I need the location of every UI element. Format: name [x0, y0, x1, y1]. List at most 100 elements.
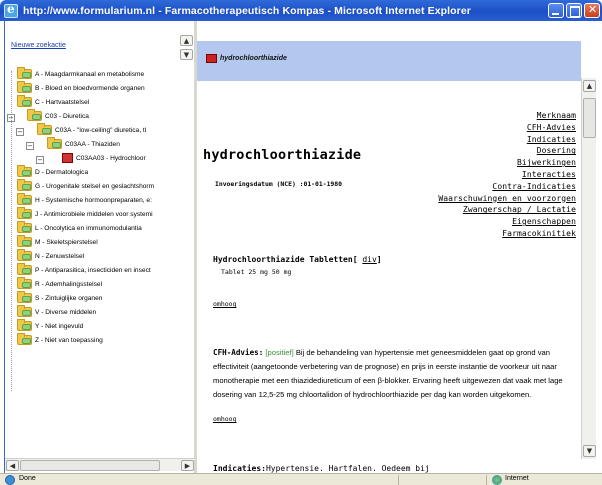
nav-link-waarschuwingen[interactable]: Waarschuwingen en voorzorgen	[438, 193, 576, 205]
internet-explorer-icon	[4, 2, 18, 18]
folder-icon	[17, 235, 32, 247]
tree-item[interactable]: S - Zintuiglijke organen	[17, 291, 102, 305]
drug-document-icon	[62, 153, 73, 163]
nav-link-cfh-advies[interactable]: CFH-Advies	[438, 122, 576, 134]
nav-link-contra-indicaties[interactable]: Contra-Indicaties	[438, 181, 576, 193]
collapse-icon[interactable]: −	[26, 142, 34, 150]
tree-item[interactable]: G - Urogenitale stelsel en geslachtshorm	[17, 179, 154, 193]
page-done-icon	[5, 475, 15, 485]
cfh-advies-section: CFH-Advies: [positief] Bij de behandelin…	[213, 346, 575, 402]
tree-frame: Nieuwe zoekactie ▲ ▼ − − − − A - Maagdar…	[4, 21, 195, 473]
folder-icon	[17, 305, 32, 317]
nav-link-eigenschappen[interactable]: Eigenschappen	[438, 216, 576, 228]
nav-link-indicaties[interactable]: Indicaties	[438, 134, 576, 146]
nav-link-interacties[interactable]: Interacties	[438, 169, 576, 181]
tree-item[interactable]: A - Maagdarmkanaal en metabolisme	[17, 67, 144, 81]
tree-item[interactable]: P - Antiparasitica, insecticiden en inse…	[17, 263, 151, 277]
horizontal-scrollbar[interactable]: ◀ ▶	[5, 458, 195, 471]
tree-item[interactable]: C03 - Diuretica	[27, 109, 89, 123]
tree-item-selected[interactable]: C03AA03 - Hydrochloor	[62, 151, 146, 165]
tree-item[interactable]: Z - Niet van toepassing	[17, 333, 103, 347]
nav-link-bijwerkingen[interactable]: Bijwerkingen	[438, 157, 576, 169]
scroll-thumb[interactable]	[583, 98, 596, 138]
div-bracket: [	[352, 255, 363, 264]
security-zone: Internet	[505, 475, 529, 482]
product-strengths: Tablet 25 mg 50 mg	[221, 268, 292, 276]
folder-icon	[17, 291, 32, 303]
collapse-icon[interactable]: −	[16, 128, 24, 136]
folder-icon	[17, 319, 32, 331]
folder-icon	[27, 109, 42, 121]
banner-title: hydrochloorthiazide	[220, 55, 287, 62]
status-text: Done	[19, 475, 36, 482]
close-button[interactable]	[584, 3, 600, 18]
cfh-positief: [positief]	[265, 348, 294, 357]
indicaties-label: Indicaties:	[213, 464, 266, 473]
folder-icon	[17, 333, 32, 345]
vertical-scrollbar[interactable]: ▲ ▼	[581, 78, 596, 459]
folder-icon	[17, 263, 32, 275]
folder-icon	[17, 277, 32, 289]
tree-item[interactable]: R - Ademhalingsstelsel	[17, 277, 102, 291]
cfh-label: CFH-Advies:	[213, 348, 264, 357]
nav-link-merknaam[interactable]: Merknaam	[438, 110, 576, 122]
div-bracket: ]	[376, 255, 382, 264]
tree-item[interactable]: D - Dermatologica	[17, 165, 88, 179]
scroll-up-button[interactable]: ▲	[583, 80, 596, 92]
scroll-left-button[interactable]: ◀	[6, 460, 19, 471]
indicaties-text: Hypertensie. Hartfalen. Oedeem bij	[265, 464, 430, 473]
drug-title: hydrochloorthiazide	[203, 147, 362, 163]
folder-icon	[17, 67, 32, 79]
omhoog-link[interactable]: omhoog	[213, 415, 236, 423]
tree-header: Nieuwe zoekactie ▲ ▼	[5, 21, 195, 61]
title-bar: http://www.formularium.nl - Farmacothera…	[0, 0, 602, 21]
folder-icon	[17, 221, 32, 233]
folder-icon	[17, 95, 32, 107]
minimize-button[interactable]	[548, 3, 564, 18]
folder-icon	[17, 249, 32, 261]
scroll-down-button[interactable]: ▼	[583, 445, 596, 457]
tree-item[interactable]: J - Antimicrobiele middelen voor systemi	[17, 207, 153, 221]
nav-link-dosering[interactable]: Dosering	[438, 145, 576, 157]
collapse-icon[interactable]: −	[36, 156, 44, 164]
drug-banner: hydrochloorthiazide	[197, 41, 581, 81]
new-search-link[interactable]: Nieuwe zoekactie	[11, 42, 66, 49]
status-divider	[398, 475, 399, 485]
tree-item[interactable]: V - Diverse middelen	[17, 305, 96, 319]
tree-item[interactable]: Y - Niet ingevuld	[17, 319, 83, 333]
tree-item[interactable]: C - Hartvaatstelsel	[17, 95, 89, 109]
tree-connector	[11, 71, 12, 391]
maximize-button[interactable]	[566, 3, 582, 18]
content-frame: hydrochloorthiazide Merknaam CFH-Advies …	[197, 21, 598, 473]
folder-icon	[17, 193, 32, 205]
nav-link-farmacokinitiek[interactable]: Farmacokinitiek	[438, 228, 576, 240]
product-heading: Hydrochloorthiazide Tabletten[ div]	[213, 255, 382, 264]
div-link[interactable]: div	[362, 255, 376, 264]
folder-icon	[17, 179, 32, 191]
tree-item[interactable]: C03AA - Thiaziden	[47, 137, 120, 151]
section-nav: Merknaam CFH-Advies Indicaties Dosering …	[438, 110, 576, 240]
tree-item[interactable]: M - Skeletspierstelsel	[17, 235, 98, 249]
status-divider	[486, 475, 487, 485]
omhoog-link[interactable]: omhoog	[213, 300, 236, 308]
scroll-up-button[interactable]: ▲	[180, 35, 193, 46]
folder-icon	[47, 137, 62, 149]
tree-item[interactable]: L - Oncolytica en immunomodulantia	[17, 221, 142, 235]
tree-item[interactable]: B - Bloed en bloedvormende organen	[17, 81, 145, 95]
folder-icon	[37, 123, 52, 135]
tree-item[interactable]: N - Zenuwstelsel	[17, 249, 84, 263]
product-name: Hydrochloorthiazide Tabletten	[213, 255, 353, 264]
window-title: http://www.formularium.nl - Farmacothera…	[23, 4, 471, 17]
indicaties-section: Indicaties:Hypertensie. Hartfalen. Oedee…	[213, 464, 430, 473]
tree-item[interactable]: C03A - "low-ceiling" diuretica, tl	[37, 123, 146, 137]
scroll-down-button[interactable]: ▼	[180, 49, 193, 60]
scroll-right-button[interactable]: ▶	[181, 460, 194, 471]
internet-zone-icon	[492, 475, 502, 485]
introduction-date: Invoeringsdatum (NCE) :01-01-1980	[215, 180, 342, 188]
tree-item[interactable]: H - Systemische hormoonpreparaten, e:	[17, 193, 152, 207]
nav-link-zwangerschap[interactable]: Zwangerschap / Lactatie	[438, 204, 576, 216]
scroll-thumb[interactable]	[20, 460, 160, 471]
folder-icon	[17, 207, 32, 219]
status-bar: Done Internet	[0, 473, 602, 485]
folder-icon	[17, 165, 32, 177]
